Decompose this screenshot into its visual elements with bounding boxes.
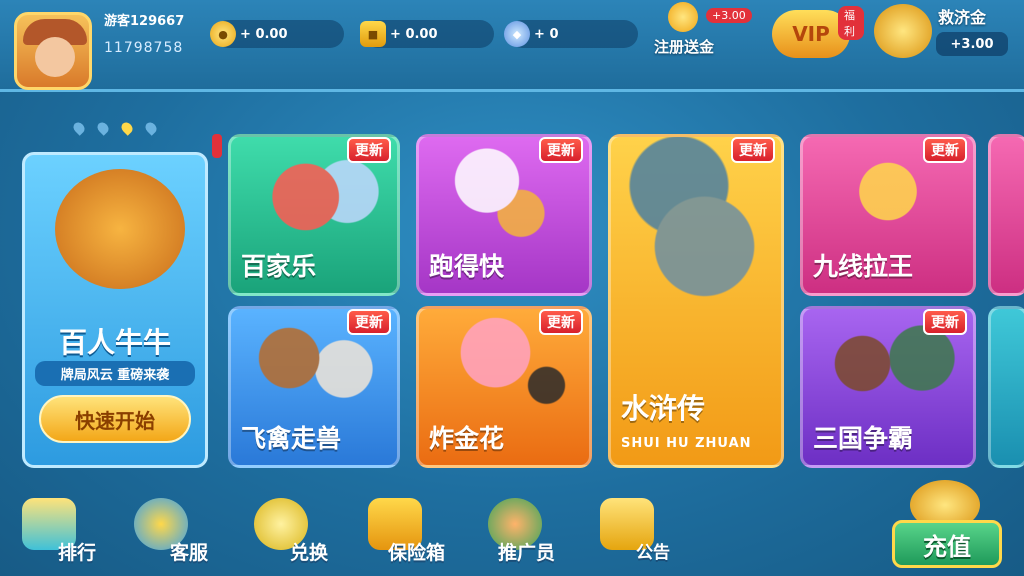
game-card-zhajinhua[interactable]: 更新 炸金花 — [416, 306, 592, 468]
gem-value: 0 — [549, 26, 559, 42]
relief-fund-button[interactable]: 救济金 +3.00 — [870, 0, 1020, 62]
gem-balance[interactable]: ◆ + 0 — [504, 20, 638, 48]
game-card-partial[interactable] — [988, 134, 1024, 296]
relief-fund-label: 救济金 — [938, 8, 987, 27]
recharge-button[interactable]: 充值 — [892, 480, 1016, 572]
game-card-nine-line[interactable]: 更新 九线拉王 — [800, 134, 976, 296]
gold-box-icon: ■ — [360, 21, 386, 47]
update-badge: 更新 — [347, 137, 391, 163]
nav-exchange[interactable]: 兑换 — [244, 488, 354, 576]
smiley-icon — [668, 2, 698, 32]
featured-banner[interactable]: 百人牛牛 牌局风云 重磅来袭 快速开始 — [22, 152, 208, 468]
game-card-three-kingdoms[interactable]: 更新 三国争霸 — [800, 306, 976, 468]
game-name: 百家乐 — [241, 252, 317, 281]
update-badge: 更新 — [923, 137, 967, 163]
update-badge: 更新 — [539, 309, 583, 335]
vip-badge: 福利 — [838, 6, 864, 40]
user-id: 11798758 — [104, 40, 184, 56]
top-bar: 游客129667 11798758 ● + 0.00 ■ + 0.00 ◆ + … — [0, 0, 1024, 92]
gold-value: 0.00 — [255, 26, 288, 42]
scroll-edge-card — [212, 134, 222, 158]
featured-title: 百人牛牛 — [58, 326, 171, 359]
avatar-face — [35, 37, 75, 77]
avatar[interactable] — [14, 12, 92, 90]
nav-safe[interactable]: 保险箱 — [358, 488, 468, 576]
box-value: 0.00 — [405, 26, 438, 42]
game-card-baccarat[interactable]: 更新 百家乐 — [228, 134, 400, 296]
quick-start-button[interactable]: 快速开始 — [39, 395, 191, 443]
relief-fund-amount: +3.00 — [936, 32, 1008, 56]
nav-label: 公告 — [636, 543, 670, 563]
box-balance[interactable]: ■ + 0.00 — [360, 20, 494, 48]
update-badge: 更新 — [923, 309, 967, 335]
page-indicator-dot[interactable] — [71, 120, 87, 136]
game-name: 九线拉王 — [813, 252, 914, 281]
game-name: 飞禽走兽 — [241, 424, 342, 453]
page-indicator-dot-active[interactable] — [119, 120, 135, 136]
vip-button[interactable]: VIP 福利 — [772, 4, 864, 60]
shuihuzhuan-art — [611, 137, 781, 380]
nav-notice[interactable]: 公告 — [590, 488, 700, 576]
nav-label: 兑换 — [290, 542, 329, 564]
game-card-shuihuzhuan[interactable]: 更新 水浒传 SHUI HU ZHUAN — [608, 134, 784, 468]
register-gift-button[interactable]: +3.00 注册送金 — [648, 0, 768, 62]
game-card-birds-beasts[interactable]: 更新 飞禽走兽 — [228, 306, 400, 468]
register-gift-badge: +3.00 — [706, 8, 752, 23]
bottom-nav: 排行 客服 兑换 保险箱 推广员 公告 — [0, 488, 1024, 576]
game-name: 水浒传 — [621, 392, 706, 425]
update-badge: 更新 — [539, 137, 583, 163]
coin-stack-icon — [874, 4, 932, 58]
nav-customer-service[interactable]: 客服 — [124, 488, 234, 576]
recharge-label: 充值 — [892, 520, 1002, 568]
gem-icon: ◆ — [504, 21, 530, 47]
game-subtitle: SHUI HU ZHUAN — [621, 436, 752, 451]
register-gift-label: 注册送金 — [654, 38, 715, 56]
game-name: 跑得快 — [429, 252, 505, 281]
game-name: 炸金花 — [429, 424, 505, 453]
page-indicator-dot[interactable] — [95, 120, 111, 136]
nav-label: 客服 — [170, 542, 209, 564]
username: 游客129667 — [104, 14, 185, 29]
nav-label: 排行 — [58, 542, 97, 564]
game-card-paodekuai[interactable]: 更新 跑得快 — [416, 134, 592, 296]
update-badge: 更新 — [731, 137, 775, 163]
nav-label: 保险箱 — [388, 542, 446, 564]
gold-coin-icon: ● — [210, 21, 236, 47]
bull-mascot-icon — [55, 169, 185, 289]
featured-subtitle: 牌局风云 重磅来袭 — [35, 361, 195, 386]
page-indicator-dot[interactable] — [143, 120, 159, 136]
game-card-partial[interactable] — [988, 306, 1024, 468]
update-badge: 更新 — [347, 309, 391, 335]
game-name: 三国争霸 — [813, 424, 914, 453]
nav-promoter[interactable]: 推广员 — [478, 488, 588, 576]
gold-balance[interactable]: ● + 0.00 — [210, 20, 344, 48]
nav-label: 推广员 — [498, 542, 556, 564]
nav-ranking[interactable]: 排行 — [12, 488, 122, 576]
